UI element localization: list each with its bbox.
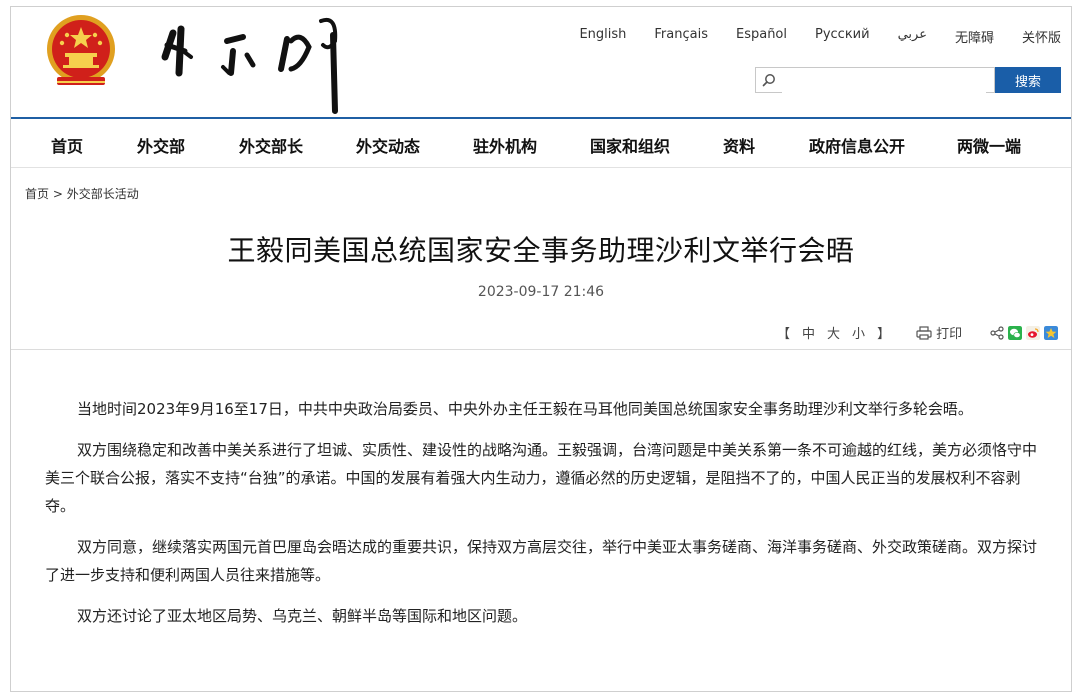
nav-item-missions[interactable]: 驻外机构 xyxy=(473,133,537,157)
wechat-icon[interactable] xyxy=(1008,325,1023,340)
search-button[interactable]: 搜索 xyxy=(995,67,1061,93)
lang-french-link[interactable]: Français xyxy=(654,27,708,46)
breadcrumb-separator: > xyxy=(49,187,67,201)
main-nav: 首页 外交部 外交部长 外交动态 驻外机构 国家和组织 资料 政府信息公开 两微… xyxy=(11,119,1071,165)
article-paragraph-3: 双方同意，继续落实两国元首巴厘岛会晤达成的重要共识，保持双方高层交往，举行中美亚… xyxy=(45,538,1038,584)
nav-item-home[interactable]: 首页 xyxy=(51,133,83,157)
accessibility-link[interactable]: 无障碍 xyxy=(955,27,994,46)
article-date: 2023-09-17 21:46 xyxy=(477,284,605,300)
nav-bottom-border xyxy=(11,167,1071,168)
article-paragraph-1: 当地时间2023年9月16至17日，中共中央政治局委员、中央外办主任王毅在马耳他… xyxy=(77,400,973,418)
nav-item-resources[interactable]: 资料 xyxy=(723,133,755,157)
care-version-link[interactable]: 关怀版 xyxy=(1022,27,1061,46)
font-size-medium[interactable]: 大 xyxy=(827,327,840,342)
article-paragraph-4: 双方还讨论了亚太地区局势、乌克兰、朝鲜半岛等国际和地区问题。 xyxy=(77,607,528,625)
weibo-icon[interactable] xyxy=(1026,325,1041,340)
nav-item-ministry[interactable]: 外交部 xyxy=(137,133,185,157)
font-size-bracket-open: 【 xyxy=(777,327,791,342)
lang-arabic-link[interactable]: عربي xyxy=(898,27,927,46)
lang-spanish-link[interactable]: Español xyxy=(736,27,787,46)
article-title: 王毅同美国总统国家安全事务助理沙利文举行会晤 xyxy=(227,234,855,267)
article-body: 当地时间2023年9月16至17日，中共中央政治局委员、中央外办主任王毅在马耳他… xyxy=(45,395,1041,643)
search-icon xyxy=(762,74,775,87)
mfa-calligraphy-logo[interactable] xyxy=(151,11,361,115)
font-size-small[interactable]: 小 xyxy=(852,327,865,342)
nav-item-gov-info[interactable]: 政府信息公开 xyxy=(809,133,905,157)
nav-item-news[interactable]: 外交动态 xyxy=(356,133,420,157)
print-button[interactable]: 打印 xyxy=(916,323,962,342)
language-links: English Français Español Русский عربي 无障… xyxy=(551,27,1061,46)
page-frame: English Français Español Русский عربي 无障… xyxy=(10,6,1072,692)
search-box xyxy=(755,67,995,93)
printer-icon xyxy=(916,325,932,340)
breadcrumb: 首页 > 外交部长活动 xyxy=(25,185,139,202)
lang-russian-link[interactable]: Русский xyxy=(815,27,870,46)
article-tools: 【中大小】 打印 xyxy=(771,323,1059,342)
article-paragraph-2: 双方围绕稳定和改善中美关系进行了坦诚、实质性、建设性的战略沟通。王毅强调，台湾问… xyxy=(45,441,1038,515)
nav-item-minister[interactable]: 外交部长 xyxy=(239,133,303,157)
nav-item-countries[interactable]: 国家和组织 xyxy=(590,133,670,157)
breadcrumb-home-link[interactable]: 首页 xyxy=(25,187,49,201)
share-icon[interactable] xyxy=(990,325,1004,340)
breadcrumb-section-link[interactable]: 外交部长活动 xyxy=(67,187,139,201)
search-input[interactable] xyxy=(782,69,986,93)
national-emblem-icon[interactable] xyxy=(43,15,119,93)
qzone-icon[interactable] xyxy=(1044,325,1059,340)
lang-english-link[interactable]: English xyxy=(579,27,626,46)
content-divider xyxy=(11,349,1071,350)
share-bar xyxy=(990,325,1059,340)
font-size-large[interactable]: 中 xyxy=(802,327,815,342)
font-size-selector: 【中大小】 xyxy=(771,323,896,342)
font-size-bracket-close: 】 xyxy=(877,327,891,342)
nav-item-social[interactable]: 两微一端 xyxy=(957,133,1021,157)
print-label: 打印 xyxy=(936,327,963,342)
